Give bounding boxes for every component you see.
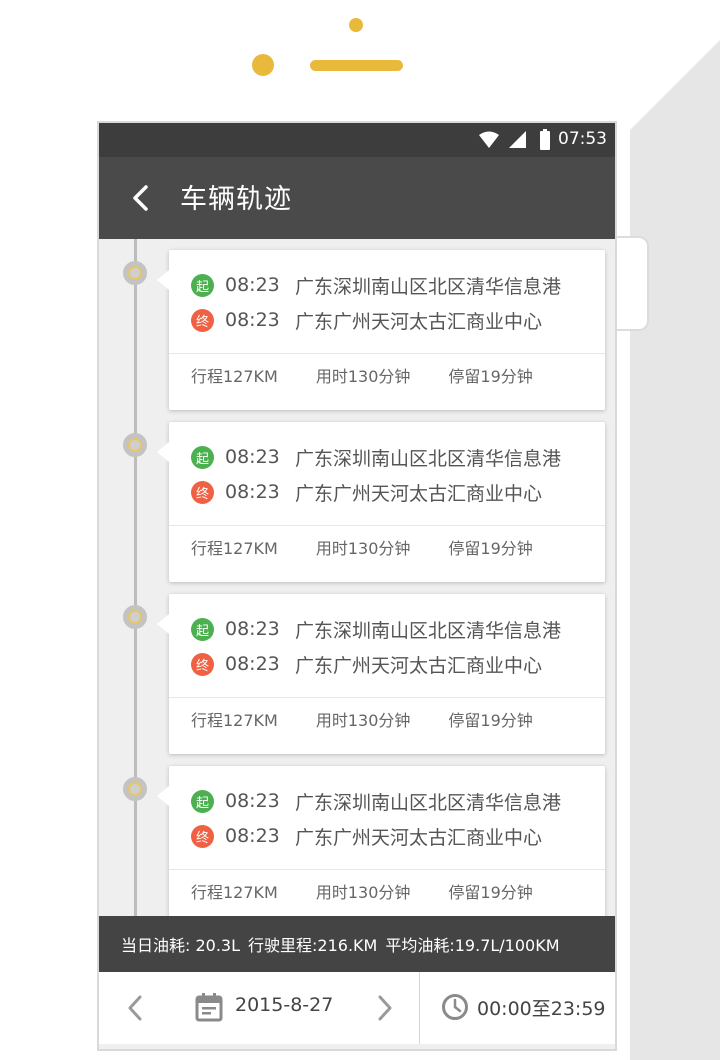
timeline-dot — [123, 777, 147, 801]
trip-distance: 行程127KM — [191, 883, 278, 902]
clock-icon[interactable] — [441, 993, 469, 1021]
trip-stay: 停留19分钟 — [448, 367, 533, 386]
card-divider — [169, 353, 605, 354]
end-time: 08:23 — [225, 481, 280, 503]
trip-stay: 停留19分钟 — [448, 711, 533, 730]
end-badge: 终 — [191, 480, 214, 504]
phone-side-button — [615, 236, 649, 331]
start-time: 08:23 — [225, 446, 280, 468]
bottom-divider — [419, 972, 420, 1044]
end-place: 广东广州天河太古汇商业中心 — [295, 654, 543, 677]
card-divider — [169, 697, 605, 698]
end-place: 广东广州天河太古汇商业中心 — [295, 826, 543, 849]
trip-distance: 行程127KM — [191, 539, 278, 558]
trip-distance: 行程127KM — [191, 367, 278, 386]
signal-icon — [509, 131, 526, 148]
trip-start-row: 起 08:23 广东深圳南山区北区清华信息港 — [191, 614, 561, 644]
battery-icon — [540, 129, 550, 150]
wifi-icon — [479, 131, 499, 148]
status-time: 07:53 — [558, 129, 607, 149]
start-time: 08:23 — [225, 274, 280, 296]
end-badge: 终 — [191, 308, 214, 332]
trip-start-row: 起 08:23 广东深圳南山区北区清华信息港 — [191, 786, 561, 816]
back-icon[interactable] — [127, 183, 157, 213]
average-fuel: 平均油耗:19.7L/100KM — [385, 936, 560, 955]
start-place: 广东深圳南山区北区清华信息港 — [295, 619, 562, 642]
start-badge: 起 — [191, 789, 214, 813]
trip-distance: 行程127KM — [191, 711, 278, 730]
trip-start-row: 起 08:23 广东深圳南山区北区清华信息港 — [191, 442, 561, 472]
trip-duration: 用时130分钟 — [315, 883, 411, 902]
trip-end-row: 终 08:23 广东广州天河太古汇商业中心 — [191, 305, 542, 335]
phone-screen: 07:53 车辆轨迹 起 08:23 广东深圳南山区北区清华信息港 终 08:2… — [97, 121, 617, 1051]
end-time: 08:23 — [225, 825, 280, 847]
status-bar: 07:53 — [99, 123, 615, 157]
trip-card[interactable]: 起 08:23 广东深圳南山区北区清华信息港 终 08:23 广东广州天河太古汇… — [157, 766, 605, 926]
trip-stats: 行程127KM 用时130分钟 停留19分钟 — [191, 363, 571, 387]
trip-stay: 停留19分钟 — [448, 883, 533, 902]
card-divider — [169, 869, 605, 870]
trip-card[interactable]: 起 08:23 广东深圳南山区北区清华信息港 终 08:23 广东广州天河太古汇… — [157, 250, 605, 410]
time-range[interactable]: 00:00至23:59 — [477, 994, 606, 1021]
trip-card[interactable]: 起 08:23 广东深圳南山区北区清华信息港 终 08:23 广东广州天河太古汇… — [157, 594, 605, 754]
trip-stats: 行程127KM 用时130分钟 停留19分钟 — [191, 535, 571, 559]
end-place: 广东广州天河太古汇商业中心 — [295, 310, 543, 333]
start-badge: 起 — [191, 445, 214, 469]
trip-duration: 用时130分钟 — [315, 539, 411, 558]
end-time: 08:23 — [225, 309, 280, 331]
start-place: 广东深圳南山区北区清华信息港 — [295, 791, 562, 814]
camera-dot — [349, 18, 363, 32]
trip-stats: 行程127KM 用时130分钟 停留19分钟 — [191, 707, 571, 731]
phone-shadow — [630, 40, 720, 1060]
start-time: 08:23 — [225, 790, 280, 812]
trip-start-row: 起 08:23 广东深圳南山区北区清华信息港 — [191, 270, 561, 300]
trip-stats: 行程127KM 用时130分钟 停留19分钟 — [191, 879, 571, 903]
trip-end-row: 终 08:23 广东广州天河太古汇商业中心 — [191, 821, 542, 851]
trip-stay: 停留19分钟 — [448, 539, 533, 558]
app-bar: 车辆轨迹 — [99, 157, 615, 239]
card-divider — [169, 525, 605, 526]
start-badge: 起 — [191, 273, 214, 297]
daily-fuel: 当日油耗: 20.3L — [121, 936, 241, 955]
daily-summary-bar: 当日油耗: 20.3L 行驶里程:216.KM 平均油耗:19.7L/100KM — [99, 916, 615, 972]
trip-end-row: 终 08:23 广东广州天河太古汇商业中心 — [191, 477, 542, 507]
end-place: 广东广州天河太古汇商业中心 — [295, 482, 543, 505]
speaker-slot — [310, 60, 403, 71]
phone-shadow-edge — [630, 40, 720, 130]
timeline-dot — [123, 261, 147, 285]
end-badge: 终 — [191, 824, 214, 848]
calendar-icon[interactable] — [195, 992, 223, 1022]
date-filter-bar: 2015-8-27 00:00至23:59 — [99, 972, 615, 1044]
end-time: 08:23 — [225, 653, 280, 675]
date-value[interactable]: 2015-8-27 — [235, 994, 333, 1016]
next-day-icon[interactable] — [373, 994, 397, 1022]
trip-duration: 用时130分钟 — [315, 367, 411, 386]
prev-day-icon[interactable] — [123, 994, 147, 1022]
trip-end-row: 终 08:23 广东广州天河太古汇商业中心 — [191, 649, 542, 679]
start-badge: 起 — [191, 617, 214, 641]
daily-mileage: 行驶里程:216.KM — [248, 936, 378, 955]
timeline-dot — [123, 433, 147, 457]
end-badge: 终 — [191, 652, 214, 676]
trip-card[interactable]: 起 08:23 广东深圳南山区北区清华信息港 终 08:23 广东广州天河太古汇… — [157, 422, 605, 582]
start-time: 08:23 — [225, 618, 280, 640]
sensor-dot — [252, 54, 274, 76]
timeline-dot — [123, 605, 147, 629]
trip-duration: 用时130分钟 — [315, 711, 411, 730]
start-place: 广东深圳南山区北区清华信息港 — [295, 447, 562, 470]
start-place: 广东深圳南山区北区清华信息港 — [295, 275, 562, 298]
page-title: 车辆轨迹 — [180, 184, 292, 215]
